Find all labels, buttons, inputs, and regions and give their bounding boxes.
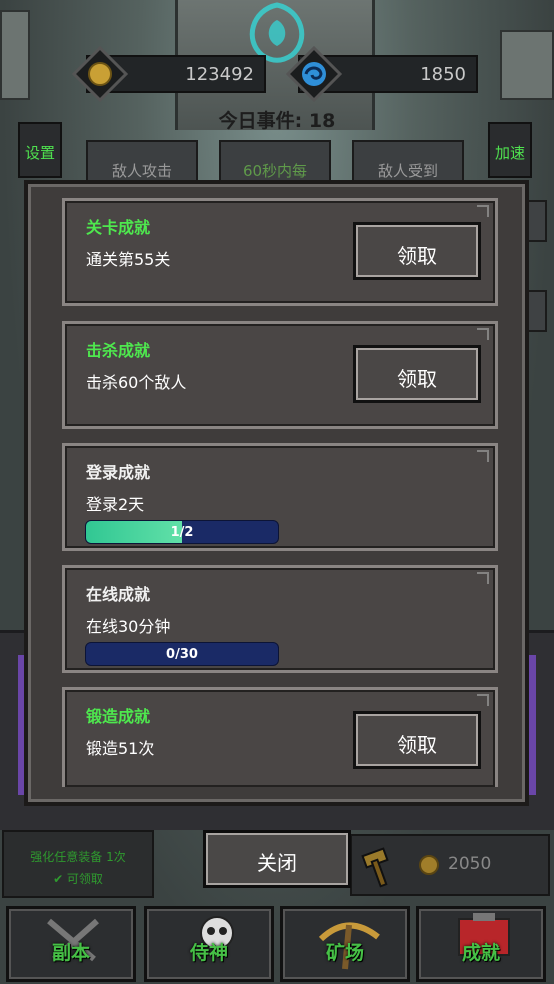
- speed-up-button[interactable]: 加速: [488, 122, 532, 178]
- gold-value: 123492: [185, 64, 254, 85]
- progress-text: 1/2: [170, 525, 194, 540]
- nav-dungeon[interactable]: 副本: [6, 906, 136, 982]
- achievement-card-stage: 关卡成就 通关第55关 领取: [62, 198, 498, 306]
- achievement-card-forge: 锻造成就 锻造51次 领取: [62, 687, 498, 787]
- achievement-card-online: 在线成就 在线30分钟 0/30: [62, 565, 498, 673]
- achievement-desc: 通关第55关: [86, 250, 171, 269]
- progress-bar: 1/2: [85, 520, 279, 544]
- card-corner: [477, 328, 489, 340]
- card-corner: [477, 694, 489, 706]
- settings-button[interactable]: 设置: [18, 122, 62, 178]
- achievement-title: 击杀成就: [86, 341, 151, 360]
- task-panel[interactable]: 强化任意装备 1次 ✔ 可领取: [2, 830, 154, 898]
- claim-button[interactable]: 领取: [353, 345, 481, 403]
- achievement-title: 锻造成就: [86, 707, 151, 726]
- task-status: ✔ 可领取: [53, 872, 103, 886]
- nav-label: 成就: [461, 942, 500, 964]
- nav-servant[interactable]: 侍神: [144, 906, 274, 982]
- achievement-desc: 登录2天: [86, 495, 145, 514]
- nav-label: 副本: [51, 942, 90, 964]
- achievement-title: 在线成就: [86, 585, 151, 604]
- gold-coin-icon: [72, 46, 128, 102]
- progress-text: 0/30: [166, 647, 198, 662]
- task-text: 强化任意装备 1次: [30, 850, 126, 864]
- daily-events-label: 今日事件:: [218, 110, 303, 132]
- claim-button[interactable]: 领取: [353, 222, 481, 280]
- daily-events-count: 18: [308, 110, 336, 132]
- claim-button[interactable]: 领取: [353, 711, 481, 769]
- event-tab-2[interactable]: 60秒内每: [219, 140, 331, 182]
- nav-label: 矿场: [325, 942, 364, 964]
- nav-achievement[interactable]: 成就: [416, 906, 546, 982]
- achievement-desc: 锻造51次: [86, 739, 155, 758]
- right-purple-bar: [528, 655, 536, 795]
- ruin-left: [0, 10, 30, 100]
- event-tab-1[interactable]: 敌人攻击: [86, 140, 198, 182]
- card-corner: [477, 572, 489, 584]
- forge-panel[interactable]: 2050: [350, 834, 550, 896]
- achievement-title: 关卡成就: [86, 218, 151, 237]
- achievement-card-login: 登录成就 登录2天 1/2: [62, 443, 498, 551]
- daily-events: 今日事件: 18: [0, 106, 554, 133]
- nav-label: 侍神: [189, 942, 228, 964]
- nav-mine[interactable]: 矿场: [280, 906, 410, 982]
- gold-coin-icon: [419, 855, 439, 875]
- card-corner: [477, 450, 489, 462]
- achievement-desc: 在线30分钟: [86, 617, 171, 636]
- card-corner: [477, 205, 489, 217]
- gem-value: 1850: [420, 64, 466, 85]
- achievement-card-kill: 击杀成就 击杀60个敌人 领取: [62, 321, 498, 429]
- achievement-desc: 击杀60个敌人: [86, 373, 187, 392]
- achievement-title: 登录成就: [86, 463, 151, 482]
- hammer-icon: [361, 847, 389, 888]
- forge-cost: 2050: [448, 854, 492, 874]
- event-tab-3[interactable]: 敌人受到: [352, 140, 464, 182]
- progress-bar: 0/30: [85, 642, 279, 666]
- ruin-right: [500, 30, 554, 100]
- close-button[interactable]: 关闭: [203, 830, 351, 888]
- blue-orb-icon: [286, 46, 342, 102]
